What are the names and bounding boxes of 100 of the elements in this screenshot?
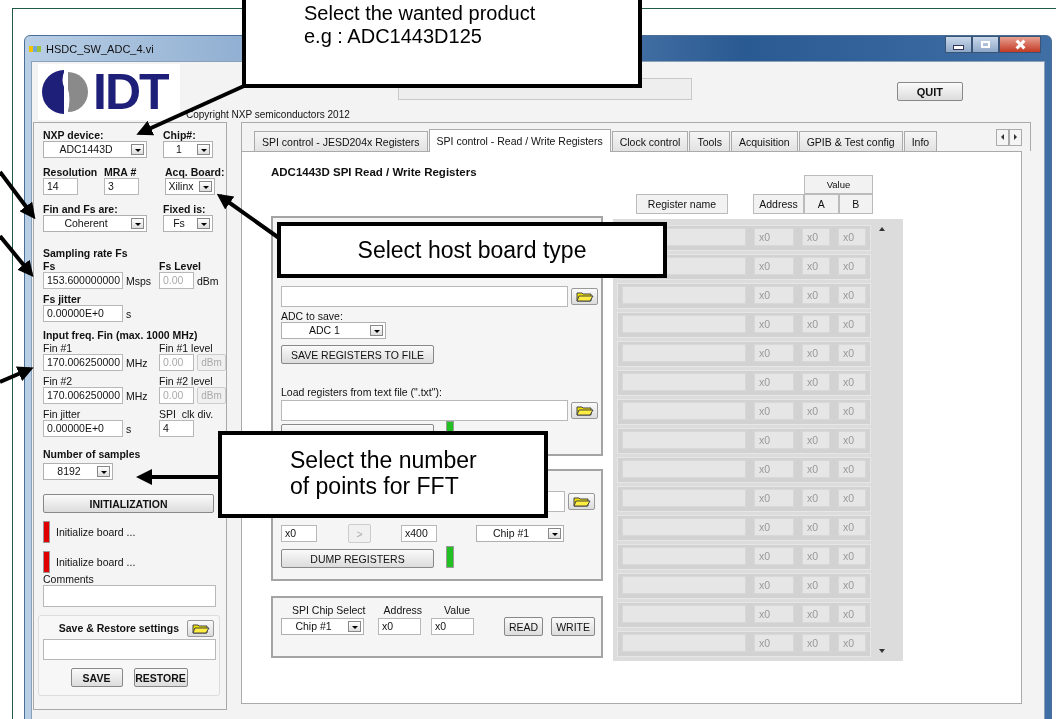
input-field[interactable]: 4 [159,420,194,437]
dropdown[interactable]: ADC 1 [281,322,386,339]
table-cell[interactable]: x0 [802,228,830,246]
table-cell[interactable]: x0 [754,402,794,420]
table-cell[interactable]: x0 [754,576,794,594]
table-cell[interactable]: x0 [802,460,830,478]
table-cell[interactable]: x0 [838,547,866,565]
table-cell[interactable]: x0 [754,518,794,536]
input-field[interactable]: 153.600000000 [43,272,123,289]
table-cell[interactable]: x0 [838,315,866,333]
browse-button[interactable] [568,493,595,510]
table-cell[interactable]: x0 [754,460,794,478]
table-cell[interactable]: x0 [802,605,830,623]
browse-button[interactable] [571,288,598,305]
table-cell[interactable]: x0 [838,373,866,391]
table-cell[interactable]: x0 [802,576,830,594]
input-field[interactable]: 3 [104,178,139,195]
table-cell[interactable]: x0 [802,315,830,333]
table-cell[interactable]: x0 [754,286,794,304]
tab[interactable]: Info [903,131,938,151]
table-cell[interactable]: x0 [754,373,794,391]
table-cell[interactable]: x0 [838,431,866,449]
file-path-field[interactable] [281,400,568,421]
value-field[interactable]: x0 [431,618,474,635]
save-registers-button[interactable]: SAVE REGISTERS TO FILE [281,345,434,364]
table-cell[interactable]: x0 [802,431,830,449]
table-cell[interactable]: x0 [754,547,794,565]
field-label: Fin jitter [43,408,81,420]
tab[interactable]: Tools [689,131,730,151]
input-field[interactable]: 14 [43,178,78,195]
maximize-button[interactable] [972,36,999,53]
close-button[interactable] [999,36,1041,53]
quit-button[interactable]: QUIT [896,82,963,101]
table-cell[interactable]: x0 [838,228,866,246]
scroll-down-icon[interactable] [879,649,885,653]
input-field[interactable]: 0.00000E+0 [43,305,123,322]
table-cell[interactable]: x0 [802,547,830,565]
file-path-field[interactable] [42,639,216,660]
tab[interactable]: GPIB & Test config [798,131,903,151]
dropdown[interactable]: Xilinx [165,178,215,195]
table-cell[interactable]: x0 [754,431,794,449]
scroll-up-icon[interactable] [879,227,885,231]
input-field[interactable]: 0.00000E+0 [43,420,123,437]
table-cell[interactable]: x0 [838,576,866,594]
tab[interactable]: Clock control [611,131,689,151]
dropdown[interactable]: 8192 [43,463,113,480]
table-cell[interactable]: x0 [838,286,866,304]
end-address-field[interactable]: x400 [401,525,437,542]
table-cell[interactable]: x0 [838,257,866,275]
table-cell[interactable]: x0 [838,634,866,652]
register-button[interactable]: READ [503,617,544,636]
start-address-field[interactable]: x0 [281,525,317,542]
dropdown[interactable]: Coherent [43,215,147,232]
logo-icon [42,68,90,116]
dump-registers-button[interactable]: DUMP REGISTERS [281,549,434,568]
dropdown[interactable]: ADC1443D [43,141,147,158]
table-cell[interactable]: x0 [754,257,794,275]
table-cell[interactable]: x0 [802,257,830,275]
table-cell[interactable]: x0 [802,489,830,507]
dropdown[interactable]: 1 [163,141,213,158]
table-cell[interactable]: x0 [754,344,794,362]
status-text: Initialize board ... [56,556,136,568]
register-button[interactable]: WRITE [551,617,595,636]
table-cell[interactable]: x0 [754,228,794,246]
table-cell[interactable]: x0 [802,344,830,362]
table-cell[interactable]: x0 [754,605,794,623]
panel-button[interactable]: SAVE [70,668,123,687]
table-cell[interactable]: x0 [838,402,866,420]
tab[interactable]: SPI control - JESD204x Registers [254,131,428,151]
table-cell[interactable]: x0 [838,460,866,478]
dropdown[interactable]: Chip #1 [281,618,364,635]
table-cell[interactable]: x0 [838,518,866,536]
tab[interactable]: SPI control - Read / Write Registers [428,129,611,152]
column-header: Register name [636,194,728,214]
dropdown[interactable]: Chip #1 [476,525,564,542]
browse-button[interactable] [571,402,598,419]
table-cell[interactable]: x0 [838,489,866,507]
table-cell[interactable]: x0 [802,634,830,652]
dropdown[interactable]: Fs [163,215,213,232]
scroll-left-button[interactable] [996,128,1009,146]
table-cell[interactable]: x0 [802,518,830,536]
table-cell[interactable]: x0 [754,634,794,652]
scroll-right-button[interactable] [1009,128,1022,146]
table-cell[interactable]: x0 [802,402,830,420]
table-cell[interactable]: x0 [754,315,794,333]
file-path-field[interactable] [281,286,568,307]
table-cell[interactable]: x0 [838,344,866,362]
table-cell[interactable]: x0 [802,286,830,304]
tab[interactable]: Acquisition [730,131,798,151]
table-cell[interactable]: x0 [838,605,866,623]
address-field[interactable]: x0 [378,618,421,635]
app-icon [29,44,41,53]
panel-button[interactable]: RESTORE [133,668,188,687]
section-title: Save & Restore settings [58,622,179,635]
table-cell[interactable]: x0 [802,373,830,391]
browse-button[interactable] [187,620,214,637]
minimize-button[interactable] [945,36,972,53]
initialization-button[interactable]: INITIALIZATION [43,494,214,513]
comments-field[interactable] [43,585,216,607]
table-cell[interactable]: x0 [754,489,794,507]
